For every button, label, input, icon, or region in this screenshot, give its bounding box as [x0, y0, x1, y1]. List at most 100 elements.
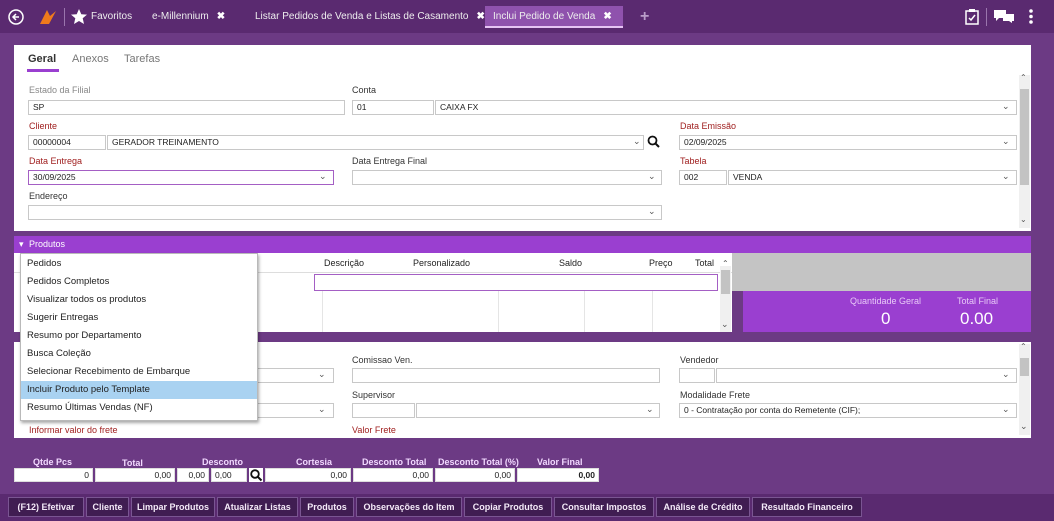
vendedor-name-field[interactable]	[716, 368, 1017, 383]
close-icon[interactable]: ✖	[476, 11, 484, 22]
more-options-icon[interactable]	[1028, 8, 1034, 25]
modalidade-field[interactable]: 0 - Contratação por conta do Remetente (…	[679, 403, 1017, 418]
menu-item-incluir-template[interactable]: Incluir Produto pelo Template	[21, 381, 257, 399]
chevron-down-icon[interactable]: ⌄	[318, 404, 326, 415]
scroll-up-icon[interactable]: ⌃	[1020, 73, 1027, 82]
cortesia-field[interactable]: 0,00	[265, 468, 351, 482]
col-descricao[interactable]: Descrição	[324, 258, 364, 268]
consultar-impostos-button[interactable]: Consultar Impostos	[554, 497, 654, 517]
col-total[interactable]: Total	[695, 258, 714, 268]
conta-label: Conta	[352, 85, 377, 95]
supervisor-code-field[interactable]	[352, 403, 415, 418]
tab-emillennium[interactable]: e-Millennium ✖	[152, 6, 225, 28]
chevron-down-icon[interactable]: ⌄	[648, 171, 656, 182]
estado-field[interactable]: SP	[28, 100, 345, 115]
menu-item-sugerir-entregas[interactable]: Sugerir Entregas	[21, 309, 257, 327]
menu-item-pedidos[interactable]: Pedidos	[21, 255, 257, 273]
comissao-field[interactable]	[352, 368, 660, 383]
tab-listar-pedidos[interactable]: Listar Pedidos de Venda e Listas de Casa…	[255, 6, 485, 28]
produtos-title: Produtos	[29, 239, 66, 249]
back-icon[interactable]	[8, 9, 24, 25]
search-icon[interactable]	[647, 135, 660, 148]
menu-item-busca-colecao[interactable]: Busca Coleção	[21, 345, 257, 363]
menu-item-recebimento-embarque[interactable]: Selecionar Recebimento de Embarque	[21, 363, 257, 381]
scroll-up-icon[interactable]: ⌃	[722, 259, 729, 268]
grid-active-row[interactable]	[314, 274, 718, 291]
close-icon[interactable]: ✖	[603, 11, 611, 22]
scroll-down-icon[interactable]: ⌄	[1020, 421, 1028, 432]
conta-code-field[interactable]: 01	[352, 100, 434, 115]
chevron-down-icon[interactable]: ⌄	[1002, 404, 1010, 415]
data-entrega-field[interactable]: 30/09/2025	[28, 170, 334, 185]
menu-item-visualizar-produtos[interactable]: Visualizar todos os produtos	[21, 291, 257, 309]
tab-favoritos[interactable]: Favoritos	[91, 6, 132, 28]
menu-item-pedidos-completos[interactable]: Pedidos Completos	[21, 273, 257, 291]
estado-label: Estado da Filial	[29, 85, 91, 95]
data-emissao-field[interactable]: 02/09/2025	[679, 135, 1017, 150]
desconto-total-pct-field[interactable]: 0,00	[435, 468, 515, 482]
close-icon[interactable]: ✖	[217, 11, 225, 22]
add-tab-icon[interactable]: +	[640, 8, 649, 26]
atualizar-listas-button[interactable]: Atualizar Listas	[217, 497, 298, 517]
chevron-down-icon[interactable]: ⌄	[633, 136, 641, 147]
clipboard-icon[interactable]	[965, 8, 979, 25]
supervisor-name-field[interactable]	[416, 403, 660, 418]
grid-divider	[652, 291, 653, 332]
scroll-up-icon[interactable]: ⌃	[1020, 342, 1027, 351]
produtos-header[interactable]: ▾ Produtos	[14, 236, 1031, 253]
desconto-total-field[interactable]: 0,00	[353, 468, 433, 482]
scrollbar-thumb[interactable]	[721, 270, 730, 294]
menu-item-resumo-departamento[interactable]: Resumo por Departamento	[21, 327, 257, 345]
subtab-geral[interactable]: Geral	[28, 53, 56, 65]
collapse-icon[interactable]: ▾	[19, 239, 24, 250]
tabela-name-field[interactable]: VENDA	[728, 170, 1017, 185]
cliente-code-field[interactable]: 00000004	[28, 135, 106, 150]
chevron-down-icon[interactable]: ⌄	[1002, 101, 1010, 112]
tabela-code-field[interactable]: 002	[679, 170, 727, 185]
scrollbar-thumb[interactable]	[1020, 358, 1029, 376]
chevron-down-icon[interactable]: ⌄	[646, 404, 654, 415]
produtos-gray-area	[732, 253, 1031, 291]
valor-final-field[interactable]: 0,00	[517, 468, 599, 482]
total-label: Total	[122, 458, 143, 468]
chevron-down-icon[interactable]: ⌄	[319, 171, 327, 182]
chevron-down-icon[interactable]: ⌄	[648, 206, 656, 217]
cliente-button[interactable]: Cliente	[86, 497, 129, 517]
chevron-down-icon[interactable]: ⌄	[318, 369, 326, 380]
scroll-down-icon[interactable]: ⌄	[721, 319, 729, 330]
scroll-down-icon[interactable]: ⌄	[1020, 215, 1027, 224]
total-field[interactable]: 0,00	[95, 468, 175, 482]
chat-icon[interactable]	[993, 9, 1015, 24]
desconto-pct-field[interactable]: 0,00	[177, 468, 209, 482]
analise-credito-button[interactable]: Análise de Crédito	[656, 497, 750, 517]
chevron-down-icon[interactable]: ⌄	[1002, 136, 1010, 147]
chevron-down-icon[interactable]: ⌄	[1002, 369, 1010, 380]
subtab-tarefas[interactable]: Tarefas	[124, 53, 160, 65]
cliente-name-field[interactable]: GERADOR TREINAMENTO	[107, 135, 644, 150]
efetivar-button[interactable]: (F12) Efetivar	[8, 497, 84, 517]
tab-label: Inclui Pedido de Venda	[493, 11, 596, 22]
conta-name-field[interactable]: CAIXA FX	[435, 100, 1017, 115]
col-personalizado[interactable]: Personalizado	[413, 258, 470, 268]
col-saldo[interactable]: Saldo	[559, 258, 582, 268]
vendedor-code-field[interactable]	[679, 368, 715, 383]
tab-inclui-pedido[interactable]: Inclui Pedido de Venda ✖	[485, 6, 623, 28]
desconto-value-field[interactable]: 0,00	[211, 468, 247, 482]
copiar-produtos-button[interactable]: Copiar Produtos	[464, 497, 552, 517]
endereco-field[interactable]	[28, 205, 662, 220]
produtos-button[interactable]: Produtos	[300, 497, 354, 517]
app-window: Favoritos e-Millennium ✖ Listar Pedidos d…	[0, 0, 1054, 521]
limpar-produtos-button[interactable]: Limpar Produtos	[131, 497, 215, 517]
resultado-financeiro-button[interactable]: Resultado Financeiro	[752, 497, 862, 517]
star-icon[interactable]	[70, 8, 88, 25]
data-entrega-final-field[interactable]	[352, 170, 662, 185]
header-scrollbar[interactable]	[1019, 75, 1030, 228]
desconto-search-button[interactable]	[249, 468, 263, 482]
qtde-field[interactable]: 0	[14, 468, 93, 482]
menu-item-resumo-ultimas-vendas[interactable]: Resumo Últimas Vendas (NF)	[21, 399, 257, 417]
col-preco[interactable]: Preço	[649, 258, 673, 268]
chevron-down-icon[interactable]: ⌄	[1002, 171, 1010, 182]
observacoes-item-button[interactable]: Observações do Item	[356, 497, 462, 517]
scrollbar-thumb[interactable]	[1020, 89, 1029, 185]
subtab-anexos[interactable]: Anexos	[72, 53, 109, 65]
